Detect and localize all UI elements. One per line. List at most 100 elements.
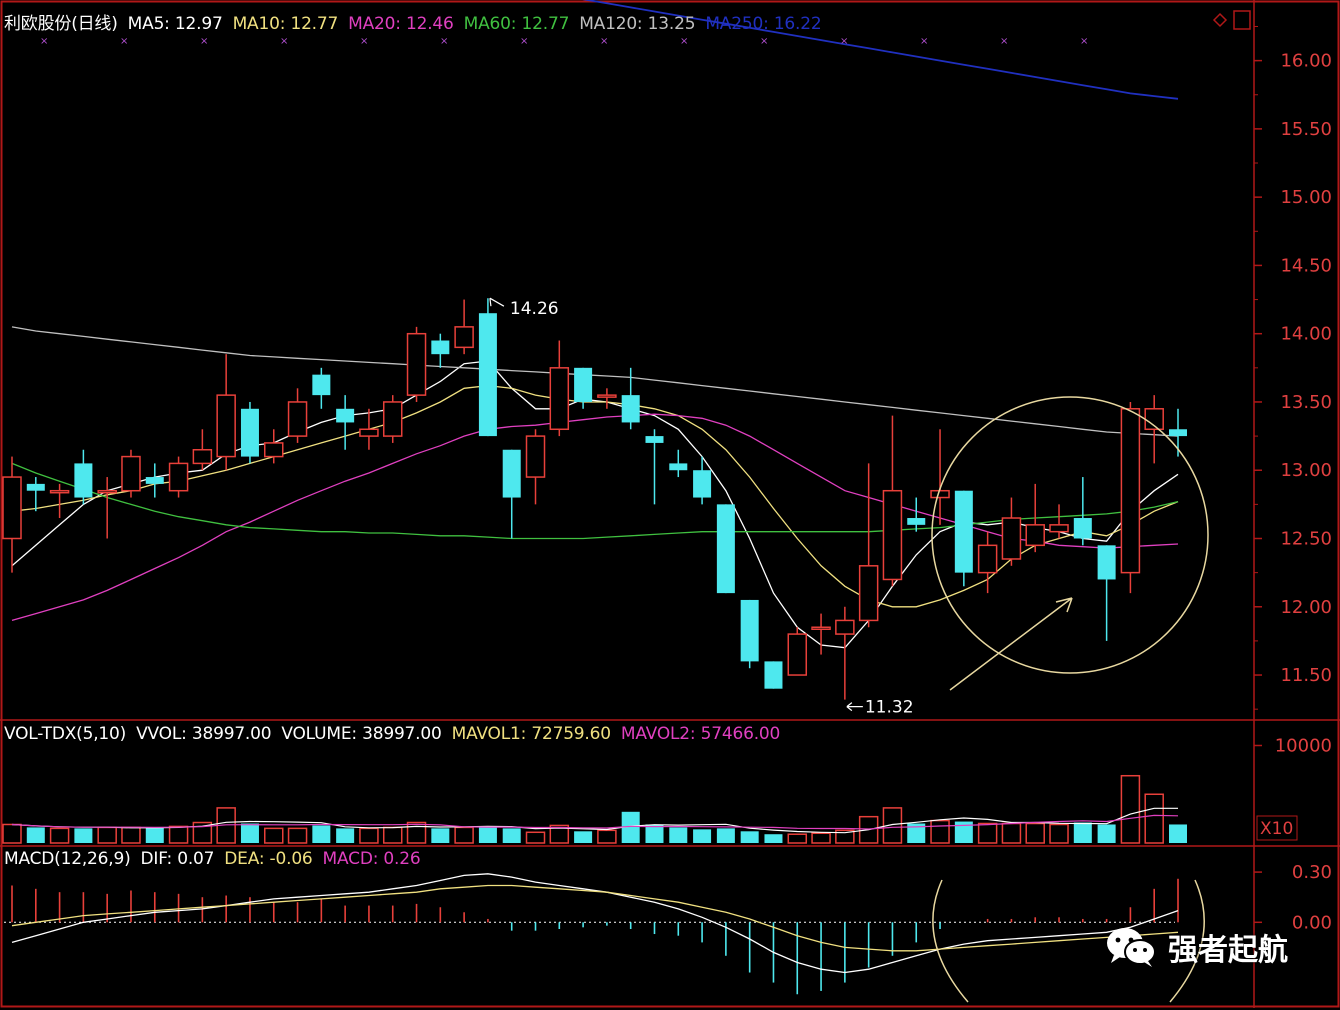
candle-body [264,442,284,458]
candle-body [97,489,117,494]
volume-bar [811,832,831,844]
candle-body [1097,545,1116,580]
dea-line [11,884,1179,952]
volume-bar [1144,793,1164,844]
candle-body [240,408,259,457]
candle-body [858,565,879,622]
header-marker: × [760,36,768,47]
ma120-line [11,326,1179,437]
candle-body [716,504,735,594]
low-marker-arrow [846,702,863,712]
ma5-line [11,360,1179,649]
volume-bar [597,829,617,844]
vol-title: VOL-TDX(5,10) [4,724,127,744]
candle-body [312,374,331,396]
volume-bar [764,834,783,843]
candle-body [406,332,427,396]
watermark-text: 强者起航 [1168,933,1288,968]
header-marker: × [840,36,848,47]
volume-bar [336,828,355,843]
volume-bar [1049,823,1069,844]
price-tick-label: 12.00 [1280,597,1332,618]
window-icon [1233,10,1251,30]
candle-body [549,367,570,431]
volume-bar [168,825,189,844]
ma10-readout: MA10: 12.77 [232,14,339,34]
candle-body [977,544,998,574]
candle-body [2,476,22,540]
candle-body [382,401,403,437]
candle-body [1073,518,1092,539]
candle-body [454,326,474,349]
candle-body [1049,524,1069,533]
dif-readout: DIF: 0.07 [140,849,215,869]
price-tick-label: 15.00 [1280,187,1332,208]
volume-bar [382,826,403,844]
volume-bar [787,833,808,844]
header-marker: × [360,36,368,47]
volume-bar [454,826,474,844]
ma250-readout: MA250: 16.22 [705,14,822,34]
volume-bar [1097,824,1116,843]
vvol-readout: VVOL: 38997.00 [136,724,272,744]
candle-body [431,340,450,355]
volume-bar [977,822,998,844]
volume-bar [121,826,141,844]
price-tick-label: 14.50 [1280,255,1332,276]
high-label: 14.26 [510,299,559,319]
header-marker: × [920,36,928,47]
volume-bar [1073,822,1092,843]
stock-chart-window: 16.00 15.50 15.00 14.50 14.00 13.50 13.00 12.50… [0,0,1340,1010]
candle-body [168,462,189,492]
volume-bar [1001,822,1022,844]
volume-bar [2,823,22,844]
dea-readout: DEA: -0.06 [224,849,313,869]
candle-body [645,436,664,443]
candle-body [49,489,70,494]
volume-readout: VOLUME: 38997.00 [281,724,442,744]
header-marker: × [200,36,208,47]
volume-bar [478,826,497,843]
header-marker: × [1000,36,1008,47]
candle-body [145,477,164,484]
candle-body [764,661,783,689]
macd-annotation-arc-left [932,879,969,1003]
price-title: 利欧股份(日线) [4,14,118,34]
candle-body [597,394,617,398]
candle-body [192,449,213,465]
macd-tick-label: 0.00 [1292,912,1332,933]
candle-body [478,313,497,437]
volume-bar [287,827,308,844]
price-tick-label: 13.50 [1280,392,1332,413]
candle-body [216,394,236,458]
header-marker: × [680,36,688,47]
candle-body [1120,408,1141,574]
volume-bar [26,827,45,843]
volume-bar [97,826,117,844]
candle-body [359,428,379,437]
header-marker: × [1080,36,1088,47]
volume-bar [574,831,593,843]
volume-tick-label: 10000 [1275,736,1332,757]
volume-unit-label: X10 [1260,819,1293,839]
volume-bar [74,828,93,843]
macd-tick-label: 0.30 [1292,862,1332,883]
candle-body [787,633,808,676]
volume-bar [525,831,546,844]
candle-body [693,470,712,498]
volume-bar [406,821,427,844]
candle-body [621,395,640,423]
mavol1-readout: MAVOL1: 72759.60 [451,724,611,744]
volume-bar [240,823,259,843]
candle-body [74,463,93,498]
candle-body [811,626,831,630]
volume-bar [145,827,164,843]
high-marker-arrow [489,297,505,307]
header-marker: × [600,36,608,47]
candle-body [1169,429,1187,437]
candle-body [930,489,950,499]
volume-bar [1025,822,1045,844]
ma120-readout: MA120: 13.25 [579,14,696,34]
candle-body [26,483,45,491]
candle-body [574,367,593,402]
